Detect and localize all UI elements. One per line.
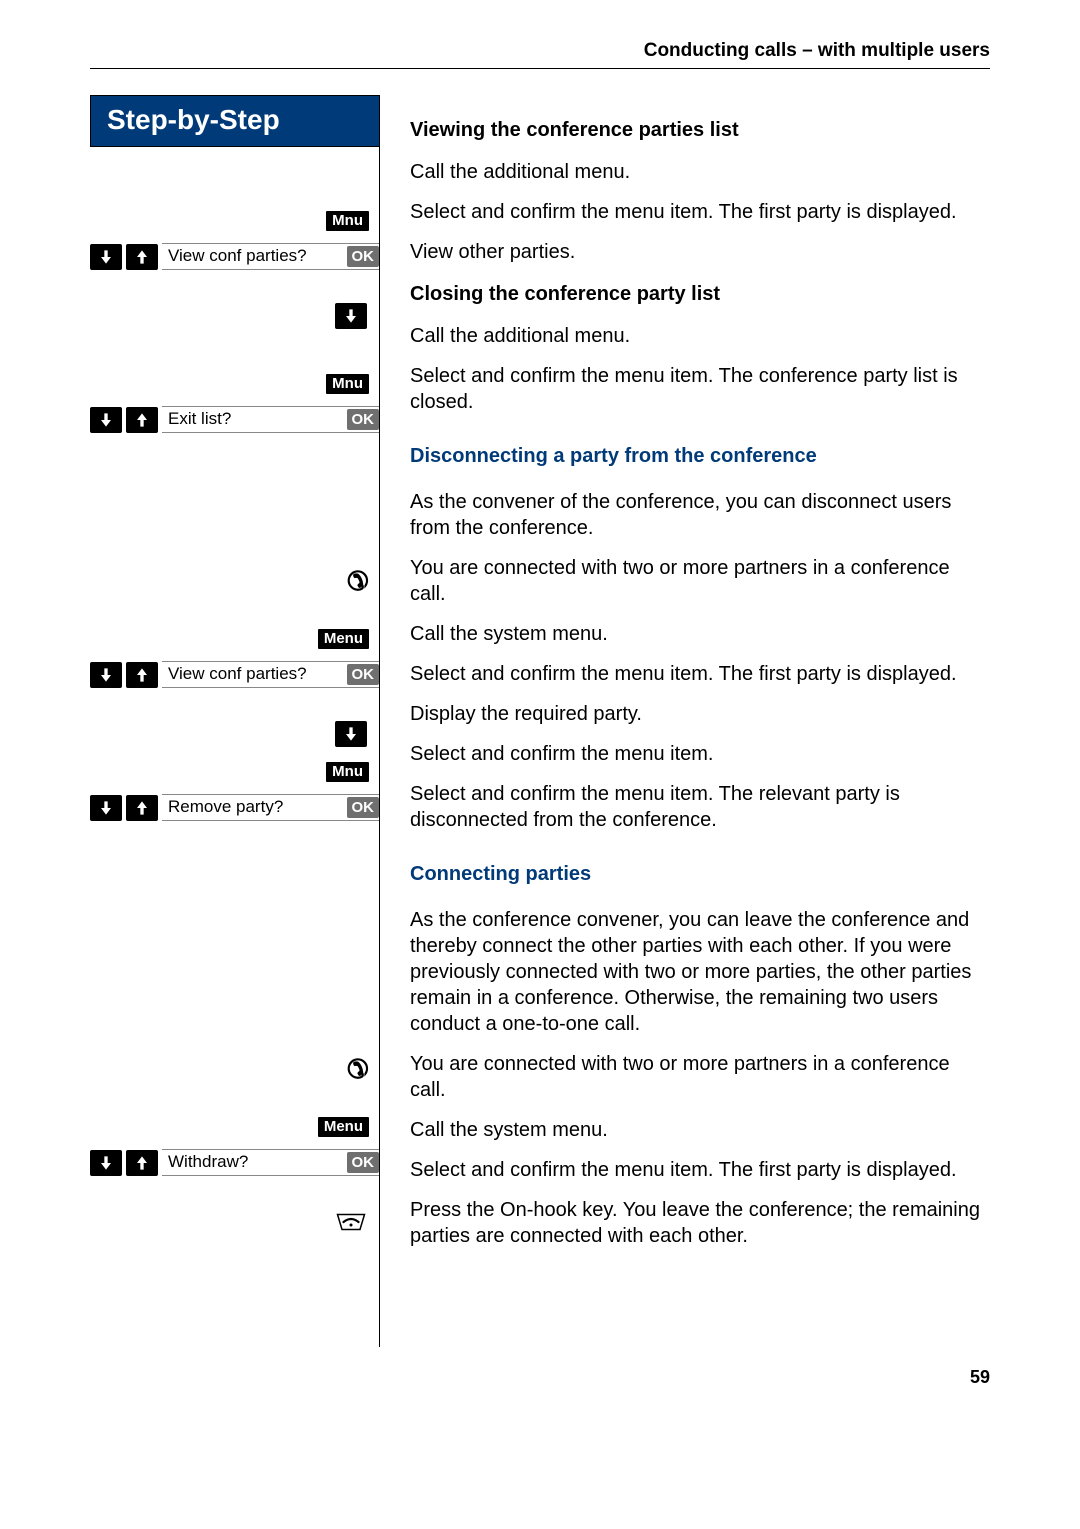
ok-key[interactable]: OK	[347, 664, 380, 685]
text-select-confirm-item: Select and confirm the menu item.	[410, 741, 990, 767]
arrow-down-icon[interactable]	[90, 795, 122, 821]
mnu-key[interactable]: Mnu	[326, 762, 369, 782]
mnu-key[interactable]: Mnu	[326, 211, 369, 231]
arrow-down-icon[interactable]	[335, 303, 367, 329]
phone-handset-icon: ✆	[347, 1056, 369, 1082]
text-select-confirm-first-2: Select and confirm the menu item. The fi…	[410, 661, 990, 687]
heading-closing-list: Closing the conference party list	[410, 281, 990, 307]
menu-key[interactable]: Menu	[318, 629, 369, 649]
arrow-down-icon[interactable]	[90, 662, 122, 688]
header-rule	[90, 68, 990, 69]
text-call-additional-menu-2: Call the additional menu.	[410, 323, 990, 349]
display-text: Exit list?	[168, 409, 231, 429]
arrow-up-icon[interactable]	[126, 244, 158, 270]
ok-key[interactable]: OK	[347, 409, 380, 430]
arrow-down-icon[interactable]	[90, 1150, 122, 1176]
display-text: View conf parties?	[168, 246, 307, 266]
mnu-key[interactable]: Mnu	[326, 374, 369, 394]
text-press-on-hook: Press the On-hook key. You leave the con…	[410, 1197, 990, 1249]
phone-handset-icon: ✆	[347, 568, 369, 594]
text-display-required: Display the required party.	[410, 701, 990, 727]
page-number: 59	[90, 1367, 990, 1388]
text-call-system-menu-2: Call the system menu.	[410, 1117, 990, 1143]
text-select-confirm-first: Select and confirm the menu item. The fi…	[410, 199, 990, 225]
arrow-down-icon[interactable]	[90, 244, 122, 270]
arrow-down-icon[interactable]	[90, 407, 122, 433]
page-header: Conducting calls – with multiple users	[90, 40, 990, 68]
ok-key[interactable]: OK	[347, 1152, 380, 1173]
text-connected-two-or-more: You are connected with two or more partn…	[410, 555, 990, 607]
arrow-up-icon[interactable]	[126, 407, 158, 433]
text-connecting-intro: As the conference convener, you can leav…	[410, 907, 990, 1037]
heading-connecting: Connecting parties	[410, 861, 990, 887]
text-disconnect-intro: As the convener of the conference, you c…	[410, 489, 990, 541]
heading-viewing-list: Viewing the conference parties list	[410, 117, 990, 143]
arrow-up-icon[interactable]	[126, 795, 158, 821]
menu-key[interactable]: Menu	[318, 1117, 369, 1137]
arrow-up-icon[interactable]	[126, 1150, 158, 1176]
display-text: Remove party?	[168, 797, 283, 817]
text-select-confirm-remove: Select and confirm the menu item. The re…	[410, 781, 990, 833]
display-text: View conf parties?	[168, 664, 307, 684]
step-by-step-header: Step-by-Step	[90, 95, 380, 147]
text-select-confirm-closed: Select and confirm the menu item. The co…	[410, 363, 990, 415]
display-text: Withdraw?	[168, 1152, 248, 1172]
ok-key[interactable]: OK	[347, 246, 380, 267]
text-view-other: View other parties.	[410, 239, 990, 265]
on-hook-key-icon[interactable]	[333, 1209, 369, 1240]
heading-disconnecting: Disconnecting a party from the conferenc…	[410, 443, 990, 469]
arrow-down-icon[interactable]	[335, 721, 367, 747]
text-select-confirm-first-3: Select and confirm the menu item. The fi…	[410, 1157, 990, 1183]
arrow-up-icon[interactable]	[126, 662, 158, 688]
text-call-additional-menu: Call the additional menu.	[410, 159, 990, 185]
text-connected-two-or-more-2: You are connected with two or more partn…	[410, 1051, 990, 1103]
text-call-system-menu: Call the system menu.	[410, 621, 990, 647]
ok-key[interactable]: OK	[347, 797, 380, 818]
